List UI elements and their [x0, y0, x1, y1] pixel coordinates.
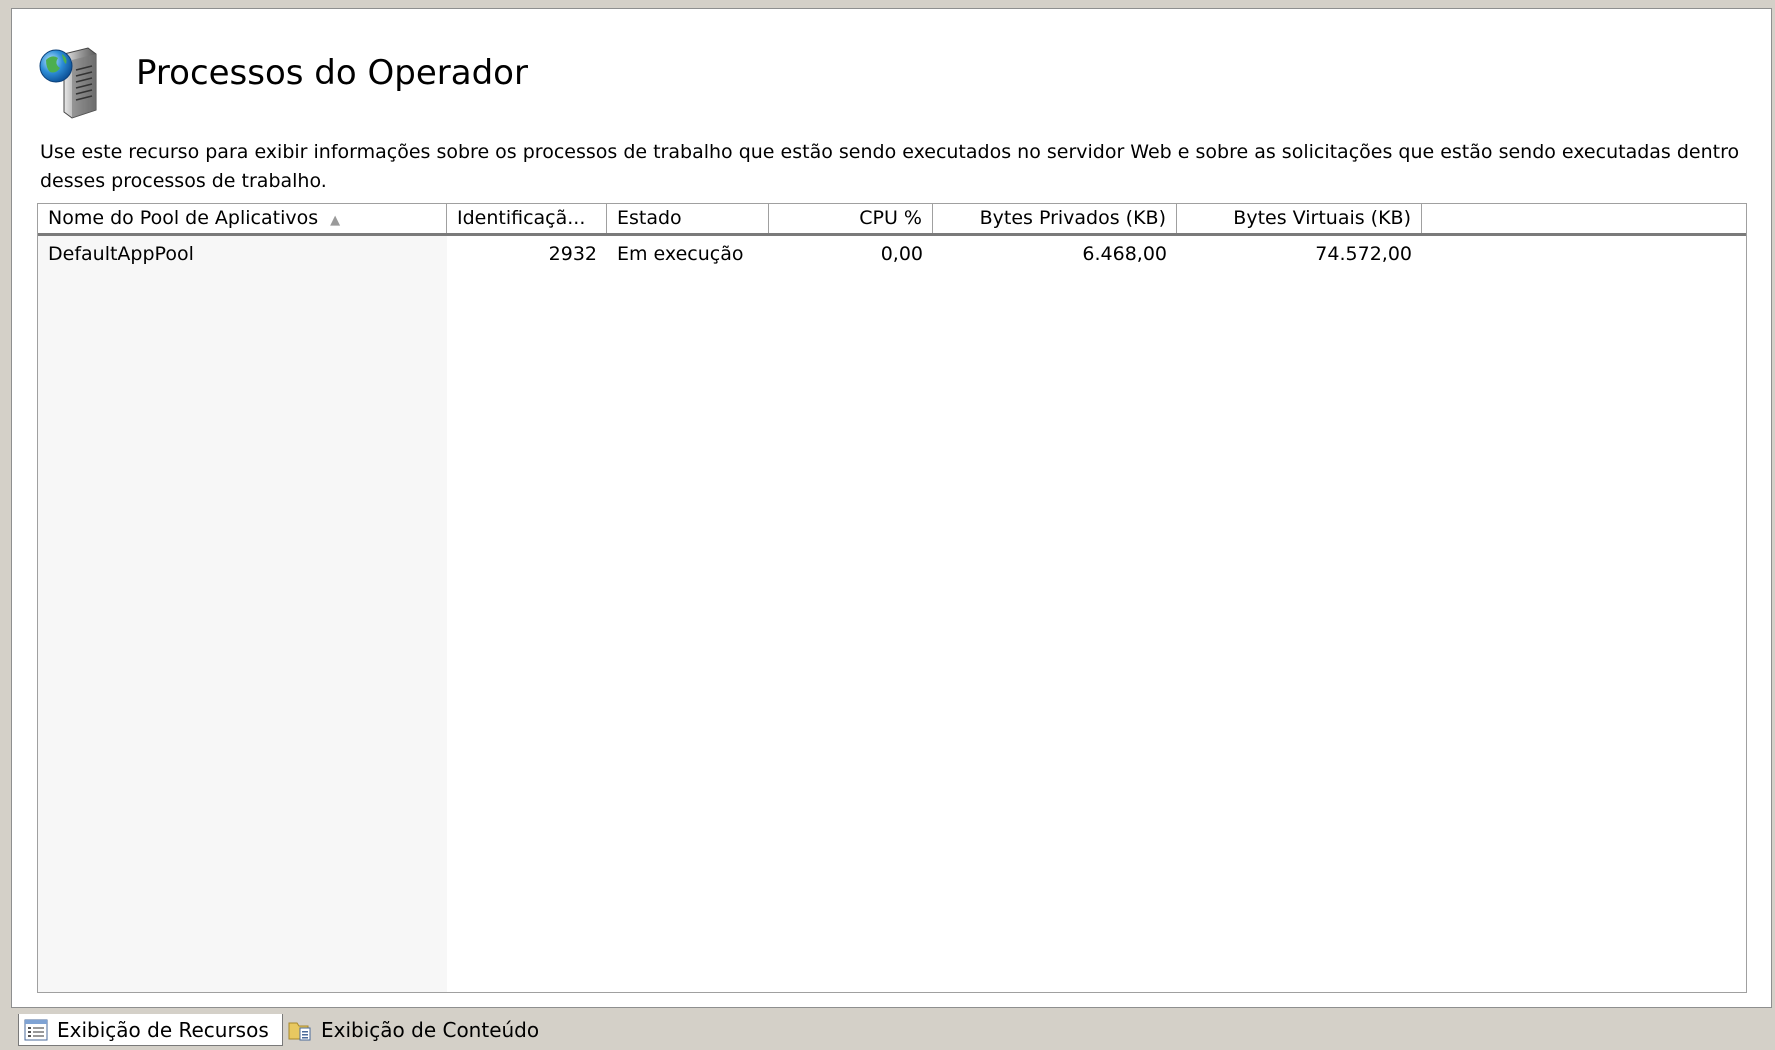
- page-title: Processos do Operador: [136, 53, 528, 93]
- column-header-state[interactable]: Estado: [607, 204, 769, 233]
- cell-app-pool: DefaultAppPool: [48, 243, 194, 265]
- view-tab-bar: Exibição de Recursos Exibição de Conteúd…: [18, 1014, 618, 1046]
- page-description: Use este recurso para exibir informações…: [40, 141, 1740, 192]
- column-header-id[interactable]: Identificaçã...: [447, 204, 607, 233]
- sort-ascending-icon: ▲: [330, 213, 341, 228]
- column-header-cpu[interactable]: CPU %: [769, 204, 933, 233]
- cell-state: Em execução: [617, 243, 744, 265]
- cell-cpu: 0,00: [880, 243, 923, 265]
- column-header-private-bytes[interactable]: Bytes Privados (KB): [933, 204, 1177, 233]
- worker-processes-grid[interactable]: Nome do Pool de Aplicativos ▲ Identificaç…: [37, 203, 1747, 993]
- tab-content-view-label: Exibição de Conteúdo: [321, 1018, 540, 1042]
- cell-id: 2932: [548, 243, 597, 265]
- cell-virtual-bytes: 74.572,00: [1315, 243, 1412, 265]
- worker-processes-panel: Processos do Operador Use este recurso p…: [11, 8, 1772, 1008]
- tab-features-view[interactable]: Exibição de Recursos: [18, 1014, 283, 1046]
- grid-header: Nome do Pool de Aplicativos ▲ Identificaç…: [38, 204, 1746, 236]
- table-row[interactable]: DefaultAppPool 2932 Em execução 0,00 6.4…: [38, 237, 1746, 271]
- column-header-app-pool[interactable]: Nome do Pool de Aplicativos ▲: [38, 204, 447, 233]
- server-globe-icon: [39, 47, 97, 119]
- tab-features-view-label: Exibição de Recursos: [57, 1018, 269, 1042]
- column-header-label: Nome do Pool de Aplicativos: [48, 207, 319, 229]
- content-view-icon: [288, 1022, 311, 1041]
- cell-private-bytes: 6.468,00: [1082, 243, 1167, 265]
- tab-content-view[interactable]: Exibição de Conteúdo: [283, 1014, 543, 1046]
- features-view-icon: [24, 1019, 48, 1041]
- sorted-column-highlight: [38, 204, 447, 992]
- column-header-virtual-bytes[interactable]: Bytes Virtuais (KB): [1177, 204, 1422, 233]
